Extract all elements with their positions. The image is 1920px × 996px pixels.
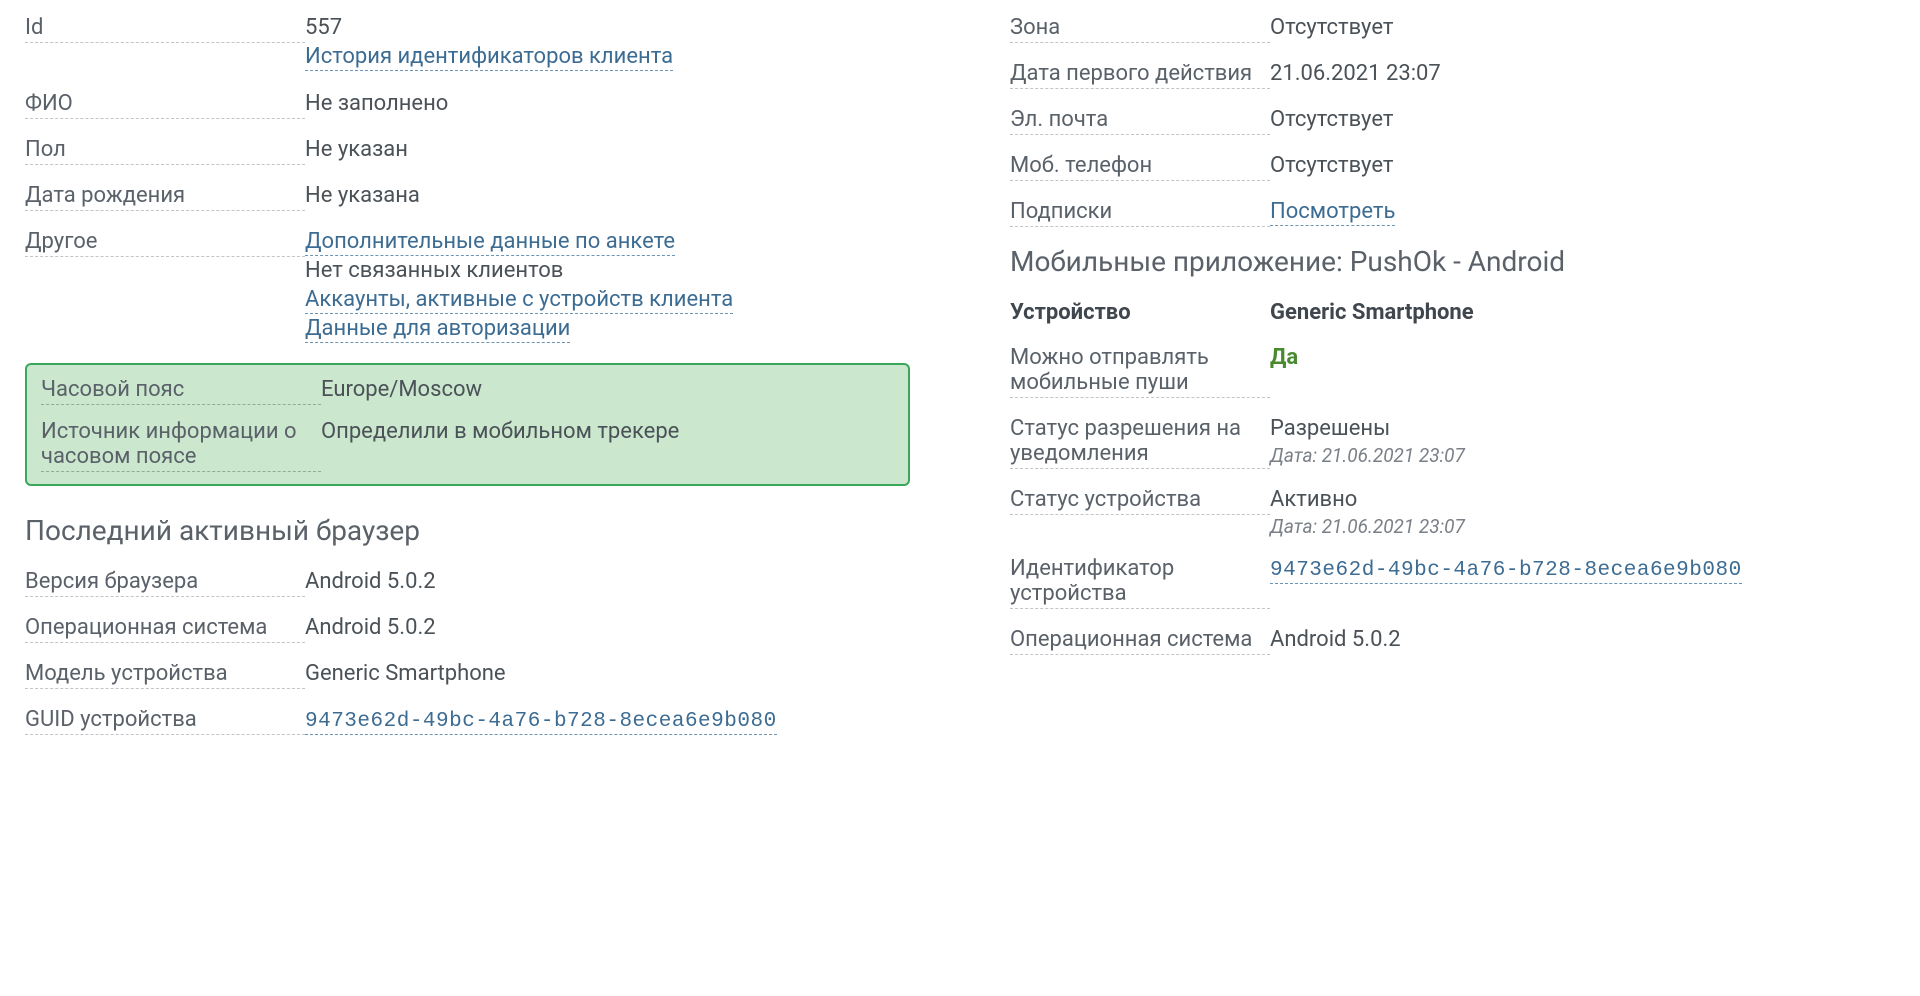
value-timezone-source: Определили в мобильном трекере: [321, 419, 894, 444]
value-browser-version: Android 5.0.2: [305, 569, 910, 594]
value-device: Generic Smartphone: [1270, 300, 1895, 325]
value-fio: Не заполнено: [305, 91, 910, 116]
value-other: Дополнительные данные по анкете Нет связ…: [305, 229, 910, 345]
label-push-allowed: Можно отправлять мобильные пуши: [1010, 345, 1270, 398]
value-timezone: Europe/Moscow: [321, 377, 894, 402]
label-timezone: Часовой пояс: [41, 377, 321, 405]
row-phone: Моб. телефон Отсутствует: [1010, 153, 1895, 181]
row-push-allowed: Можно отправлять мобильные пуши Да: [1010, 345, 1895, 398]
device-status-date: Дата: 21.06.2021 23:07: [1270, 515, 1895, 538]
value-device-status: Активно Дата: 21.06.2021 23:07: [1270, 487, 1895, 538]
section-title-mobile-app: Мобильные приложение: PushOk - Android: [1010, 245, 1895, 278]
label-permission-status: Статус разрешения на уведомления: [1010, 416, 1270, 469]
link-id-history[interactable]: История идентификаторов клиента: [305, 44, 673, 71]
label-phone: Моб. телефон: [1010, 153, 1270, 181]
label-gender: Пол: [25, 137, 305, 165]
row-other: Другое Дополнительные данные по анкете Н…: [25, 229, 910, 345]
row-zone: Зона Отсутствует: [1010, 15, 1895, 43]
value-id: 557 История идентификаторов клиента: [305, 15, 910, 73]
label-browser-version: Версия браузера: [25, 569, 305, 597]
label-first-action: Дата первого действия: [1010, 61, 1270, 89]
value-guid: 9473e62d-49bc-4a76-b728-8ecea6e9b080: [305, 707, 910, 733]
row-email: Эл. почта Отсутствует: [1010, 107, 1895, 135]
row-os: Операционная система Android 5.0.2: [25, 615, 910, 643]
row-permission-status: Статус разрешения на уведомления Разреше…: [1010, 416, 1895, 469]
timezone-highlight-box: Часовой пояс Europe/Moscow Источник инфо…: [25, 363, 910, 486]
label-subscriptions: Подписки: [1010, 199, 1270, 227]
label-id: Id: [25, 15, 305, 43]
label-os: Операционная система: [25, 615, 305, 643]
link-guid[interactable]: 9473e62d-49bc-4a76-b728-8ecea6e9b080: [305, 710, 777, 735]
value-device-id: 9473e62d-49bc-4a76-b728-8ecea6e9b080: [1270, 556, 1895, 582]
text-no-linked-clients: Нет связанных клиентов: [305, 258, 910, 283]
value-gender: Не указан: [305, 137, 910, 162]
section-title-browser: Последний активный браузер: [25, 514, 910, 547]
row-dob: Дата рождения Не указана: [25, 183, 910, 211]
link-subscriptions-view[interactable]: Посмотреть: [1270, 199, 1395, 226]
row-device-status: Статус устройства Активно Дата: 21.06.20…: [1010, 487, 1895, 538]
value-push-allowed: Да: [1270, 345, 1895, 370]
row-id: Id 557 История идентификаторов клиента: [25, 15, 910, 73]
label-device-status: Статус устройства: [1010, 487, 1270, 515]
left-column: Id 557 История идентификаторов клиента Ф…: [25, 15, 910, 753]
label-device-id: Идентификатор устройства: [1010, 556, 1270, 609]
value-permission-status: Разрешены Дата: 21.06.2021 23:07: [1270, 416, 1895, 467]
permission-status-date: Дата: 21.06.2021 23:07: [1270, 444, 1895, 467]
label-other: Другое: [25, 229, 305, 257]
row-app-os: Операционная система Android 5.0.2: [1010, 627, 1895, 655]
value-phone: Отсутствует: [1270, 153, 1895, 178]
row-timezone-source: Источник информации о часовом поясе Опре…: [41, 419, 894, 472]
value-dob: Не указана: [305, 183, 910, 208]
device-status-text: Активно: [1270, 487, 1895, 512]
value-device-model: Generic Smartphone: [305, 661, 910, 686]
label-app-os: Операционная система: [1010, 627, 1270, 655]
value-first-action: 21.06.2021 23:07: [1270, 61, 1895, 86]
label-device-model: Модель устройства: [25, 661, 305, 689]
label-email: Эл. почта: [1010, 107, 1270, 135]
value-os: Android 5.0.2: [305, 615, 910, 640]
value-zone: Отсутствует: [1270, 15, 1895, 40]
row-browser-version: Версия браузера Android 5.0.2: [25, 569, 910, 597]
row-timezone: Часовой пояс Europe/Moscow: [41, 377, 894, 405]
link-device-id[interactable]: 9473e62d-49bc-4a76-b728-8ecea6e9b080: [1270, 559, 1742, 584]
label-zone: Зона: [1010, 15, 1270, 43]
value-email: Отсутствует: [1270, 107, 1895, 132]
row-guid: GUID устройства 9473e62d-49bc-4a76-b728-…: [25, 707, 910, 735]
row-fio: ФИО Не заполнено: [25, 91, 910, 119]
permission-status-text: Разрешены: [1270, 416, 1895, 441]
link-auth-data[interactable]: Данные для авторизации: [305, 316, 570, 343]
row-first-action: Дата первого действия 21.06.2021 23:07: [1010, 61, 1895, 89]
row-device: Устройство Generic Smartphone: [1010, 300, 1895, 327]
row-device-id: Идентификатор устройства 9473e62d-49bc-4…: [1010, 556, 1895, 609]
value-subscriptions: Посмотреть: [1270, 199, 1895, 224]
label-dob: Дата рождения: [25, 183, 305, 211]
label-guid: GUID устройства: [25, 707, 305, 735]
label-fio: ФИО: [25, 91, 305, 119]
id-number: 557: [305, 15, 910, 40]
row-subscriptions: Подписки Посмотреть: [1010, 199, 1895, 227]
row-device-model: Модель устройства Generic Smartphone: [25, 661, 910, 689]
link-active-accounts[interactable]: Аккаунты, активные с устройств клиента: [305, 287, 733, 314]
value-app-os: Android 5.0.2: [1270, 627, 1895, 652]
details-columns: Id 557 История идентификаторов клиента Ф…: [25, 15, 1895, 753]
link-extra-data[interactable]: Дополнительные данные по анкете: [305, 229, 675, 256]
row-gender: Пол Не указан: [25, 137, 910, 165]
label-device: Устройство: [1010, 300, 1270, 327]
label-timezone-source: Источник информации о часовом поясе: [41, 419, 321, 472]
right-column: Зона Отсутствует Дата первого действия 2…: [1010, 15, 1895, 753]
